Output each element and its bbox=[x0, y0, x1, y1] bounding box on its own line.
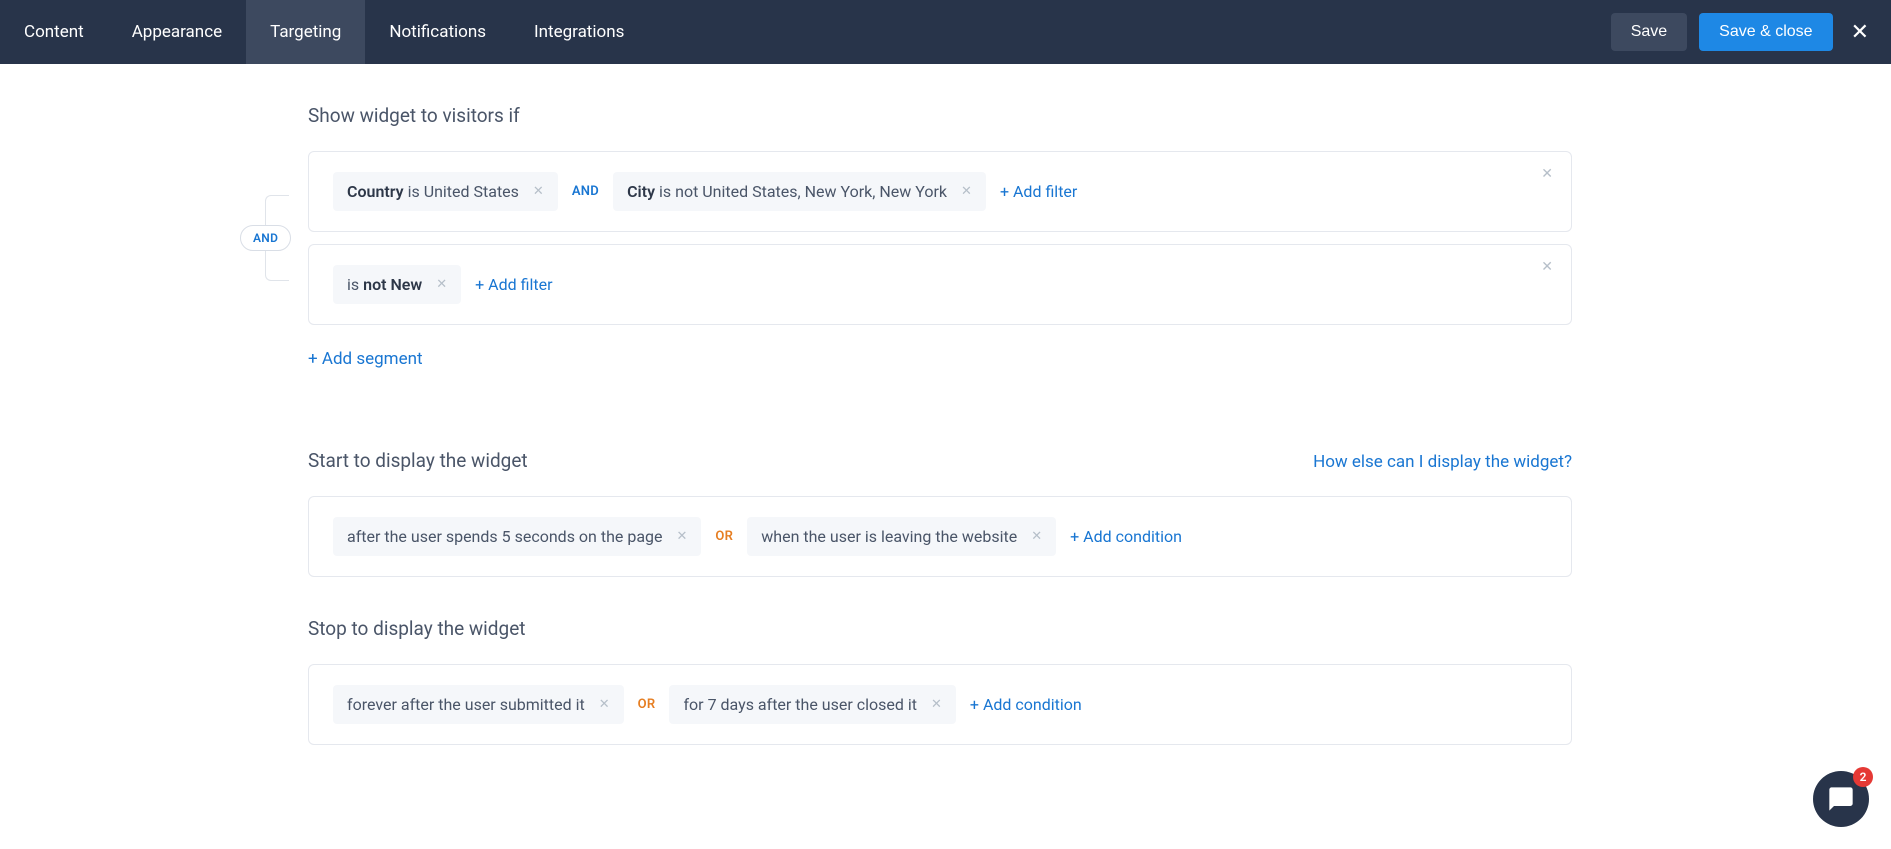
condition-conjunction-or: OR bbox=[715, 529, 733, 544]
remove-segment-icon[interactable]: ✕ bbox=[1541, 259, 1553, 275]
tab-targeting[interactable]: Targeting bbox=[246, 0, 365, 64]
close-icon[interactable]: ✕ bbox=[1845, 20, 1875, 45]
show-widget-title: Show widget to visitors if bbox=[308, 104, 1572, 127]
tab-integrations[interactable]: Integrations bbox=[510, 0, 648, 64]
tab-notifications[interactable]: Notifications bbox=[365, 0, 510, 64]
add-segment-link[interactable]: + Add segment bbox=[308, 349, 423, 369]
condition-row: forever after the user submitted it ✕ OR… bbox=[333, 685, 1547, 724]
condition-text: for 7 days after the user closed it bbox=[683, 695, 917, 714]
chat-bubble[interactable]: 2 bbox=[1813, 771, 1869, 827]
tabs: Content Appearance Targeting Notificatio… bbox=[0, 0, 648, 64]
segment-card: ✕ Country is United States ✕ AND City is… bbox=[308, 151, 1572, 232]
remove-condition-icon[interactable]: ✕ bbox=[677, 529, 688, 544]
filter-pill-country[interactable]: Country is United States ✕ bbox=[333, 172, 558, 211]
filter-pill-new[interactable]: is not New ✕ bbox=[333, 265, 461, 304]
remove-condition-icon[interactable]: ✕ bbox=[931, 697, 942, 712]
filter-row: Country is United States ✕ AND City is n… bbox=[333, 172, 1547, 211]
segment-card: ✕ is not New ✕ + Add filter bbox=[308, 244, 1572, 325]
stop-display-title: Stop to display the widget bbox=[308, 617, 1572, 640]
segment-connector-badge: AND bbox=[240, 225, 291, 251]
remove-filter-icon[interactable]: ✕ bbox=[436, 277, 447, 292]
remove-segment-icon[interactable]: ✕ bbox=[1541, 166, 1553, 182]
topbar: Content Appearance Targeting Notificatio… bbox=[0, 0, 1891, 64]
start-display-header: Start to display the widget How else can… bbox=[308, 449, 1572, 472]
remove-condition-icon[interactable]: ✕ bbox=[599, 697, 610, 712]
condition-pill[interactable]: when the user is leaving the website ✕ bbox=[747, 517, 1056, 556]
save-button[interactable]: Save bbox=[1611, 13, 1687, 51]
condition-pill[interactable]: after the user spends 5 seconds on the p… bbox=[333, 517, 701, 556]
remove-filter-icon[interactable]: ✕ bbox=[961, 184, 972, 199]
condition-pill[interactable]: forever after the user submitted it ✕ bbox=[333, 685, 624, 724]
remove-condition-icon[interactable]: ✕ bbox=[1031, 529, 1042, 544]
filter-pill-city[interactable]: City is not United States, New York, New… bbox=[613, 172, 986, 211]
condition-text: when the user is leaving the website bbox=[761, 527, 1017, 546]
content-area: Show widget to visitors if AND ✕ Country… bbox=[308, 64, 1572, 817]
topbar-actions: Save Save & close ✕ bbox=[1611, 13, 1891, 51]
add-filter-link[interactable]: + Add filter bbox=[475, 275, 552, 294]
chat-badge: 2 bbox=[1853, 767, 1873, 787]
filter-text: Country is United States bbox=[347, 182, 519, 201]
filter-conjunction-and: AND bbox=[572, 184, 599, 199]
add-condition-link[interactable]: + Add condition bbox=[1070, 527, 1182, 546]
filter-text: City is not United States, New York, New… bbox=[627, 182, 947, 201]
filter-row: is not New ✕ + Add filter bbox=[333, 265, 1547, 304]
condition-pill[interactable]: for 7 days after the user closed it ✕ bbox=[669, 685, 955, 724]
help-link[interactable]: How else can I display the widget? bbox=[1313, 452, 1572, 472]
add-filter-link[interactable]: + Add filter bbox=[1000, 182, 1077, 201]
chat-icon bbox=[1827, 785, 1855, 813]
condition-row: after the user spends 5 seconds on the p… bbox=[333, 517, 1547, 556]
start-display-title: Start to display the widget bbox=[308, 449, 528, 472]
save-close-button[interactable]: Save & close bbox=[1699, 13, 1832, 51]
condition-conjunction-or: OR bbox=[638, 697, 656, 712]
condition-text: forever after the user submitted it bbox=[347, 695, 585, 714]
start-conditions-card: after the user spends 5 seconds on the p… bbox=[308, 496, 1572, 577]
tab-appearance[interactable]: Appearance bbox=[108, 0, 246, 64]
stop-conditions-card: forever after the user submitted it ✕ OR… bbox=[308, 664, 1572, 745]
filter-text: is not New bbox=[347, 275, 422, 294]
add-condition-link[interactable]: + Add condition bbox=[970, 695, 1082, 714]
tab-content[interactable]: Content bbox=[0, 0, 108, 64]
segment-group: AND ✕ Country is United States ✕ AND Cit… bbox=[308, 151, 1572, 325]
remove-filter-icon[interactable]: ✕ bbox=[533, 184, 544, 199]
condition-text: after the user spends 5 seconds on the p… bbox=[347, 527, 663, 546]
